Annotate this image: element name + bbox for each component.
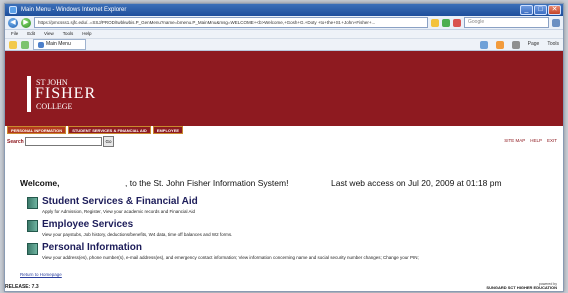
go-button[interactable]: Go (103, 136, 114, 147)
help-link[interactable]: HELP (530, 138, 542, 143)
tools-menu[interactable]: Tools (547, 41, 559, 49)
main-nav: PERSONAL INFORMATION STUDENT SERVICES & … (5, 126, 563, 134)
search-icon[interactable] (552, 18, 560, 27)
maximize-button[interactable]: □ (534, 5, 547, 15)
return-home-link[interactable]: Return to Homepage (20, 272, 62, 277)
page-content: ST JOHN FISHER COLLEGE PERSONAL INFORMAT… (5, 51, 563, 291)
browser-window: Main Menu - Windows Internet Explorer _ … (4, 3, 564, 292)
back-button[interactable]: ◀ (8, 17, 18, 28)
folder-icon (27, 243, 38, 255)
address-bar[interactable]: https://pmcsss1.sjfc.edu/..=SSJ/PROD/twb… (34, 17, 428, 28)
feeds-icon[interactable] (495, 40, 504, 49)
section-description: View your address(es), phone number(s), … (42, 255, 419, 260)
release-label: RELEASE: 7.3 (5, 284, 39, 290)
welcome-message: Welcome, , to the St. John Fisher Inform… (20, 178, 502, 188)
tab-main-menu[interactable]: Main Menu (33, 39, 86, 50)
forward-button[interactable]: ▶ (21, 17, 31, 28)
lock-icon[interactable] (431, 18, 439, 27)
nav-tab-personal-info[interactable]: PERSONAL INFORMATION (7, 126, 67, 134)
home-icon[interactable] (479, 40, 488, 49)
search-label: Search (7, 139, 24, 145)
page-icon (38, 41, 44, 48)
section-title[interactable]: Personal Information (42, 242, 142, 253)
welcome-greeting: Welcome, (20, 178, 60, 188)
utility-links: SITE MAP HELP EXIT (504, 138, 557, 143)
tab-row: Main Menu Page Tools (5, 39, 563, 51)
section-title[interactable]: Student Services & Financial Aid (42, 196, 198, 207)
window-title: Main Menu - Windows Internet Explorer (21, 7, 127, 13)
folder-icon (27, 220, 38, 232)
site-search-input[interactable] (25, 137, 102, 146)
nav-tab-employee[interactable]: EMPLOYEE (152, 126, 184, 134)
print-icon[interactable] (511, 40, 520, 49)
logo-tower-icon (27, 76, 31, 112)
menu-view[interactable]: View (44, 30, 54, 38)
site-map-link[interactable]: SITE MAP (504, 138, 525, 143)
nav-tab-student-services[interactable]: STUDENT SERVICES & FINANCIAL AID (68, 126, 151, 134)
favorites-star-icon[interactable] (9, 40, 17, 49)
page-menu[interactable]: Page (528, 41, 540, 49)
menu-bar: File Edit View Tools Help (5, 30, 563, 39)
section-description: Apply for Admission, Register, View your… (42, 209, 195, 214)
ie-icon (9, 6, 17, 14)
menu-file[interactable]: File (11, 30, 18, 38)
stop-icon[interactable] (453, 18, 461, 27)
folder-icon (27, 197, 38, 209)
refresh-icon[interactable] (442, 18, 450, 27)
section-title[interactable]: Employee Services (42, 219, 133, 230)
site-banner: ST JOHN FISHER COLLEGE (5, 51, 563, 126)
sungard-logo: SUNGARD SCT HIGHER EDUCATION (486, 285, 557, 290)
logo-line-2: FISHER (35, 85, 97, 102)
powered-by: powered by SUNGARD SCT HIGHER EDUCATION (486, 282, 557, 290)
add-favorites-icon[interactable] (21, 40, 29, 49)
last-access-text: Last web access on Jul 20, 2009 at 01:18… (331, 178, 502, 188)
search-input[interactable]: Google (464, 17, 549, 28)
minimize-button[interactable]: _ (520, 5, 533, 15)
title-bar: Main Menu - Windows Internet Explorer _ … (5, 4, 563, 16)
exit-link[interactable]: EXIT (547, 138, 557, 143)
menu-help[interactable]: Help (82, 30, 91, 38)
menu-tools[interactable]: Tools (63, 30, 74, 38)
welcome-text: , to the St. John Fisher Information Sys… (125, 178, 289, 188)
address-row: ◀ ▶ https://pmcsss1.sjfc.edu/..=SSJ/PROD… (5, 16, 563, 30)
section-description: View your paystubs, Job history, deducti… (42, 232, 233, 237)
tab-label: Main Menu (46, 41, 71, 47)
logo-line-3: COLLEGE (36, 102, 73, 111)
menu-edit[interactable]: Edit (27, 30, 35, 38)
close-button[interactable]: ✕ (548, 5, 561, 15)
